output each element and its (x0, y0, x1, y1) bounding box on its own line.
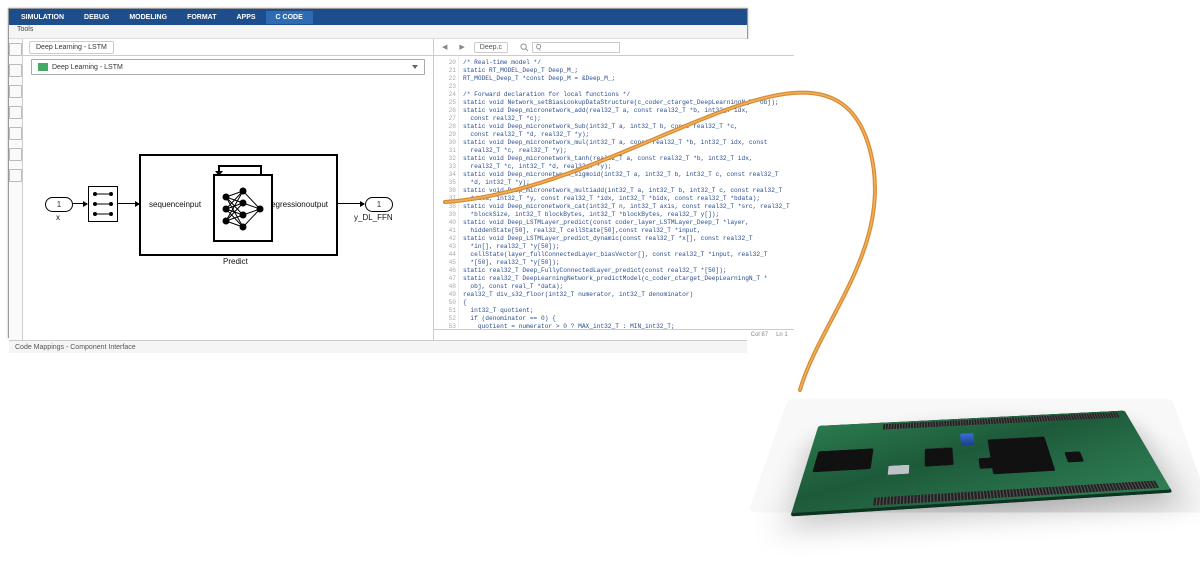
palette-sidebar (9, 39, 23, 340)
code-pane: ◀ ▶ Deep.c 20 21 22 23 24 25 26 27 28 29… (434, 39, 794, 340)
ribbon-tab-debug[interactable]: DEBUG (74, 11, 119, 24)
mcu-small (925, 447, 954, 466)
audio-jack (812, 448, 873, 472)
signal-net-to-outport (336, 203, 364, 204)
dropdown-caret-icon (412, 65, 418, 69)
code-gutter: 20 21 22 23 24 25 26 27 28 29 30 31 32 3… (434, 56, 459, 329)
sidebar-tool-3[interactable] (9, 85, 22, 98)
code-body[interactable]: 20 21 22 23 24 25 26 27 28 29 30 31 32 3… (434, 56, 794, 329)
code-search (520, 42, 620, 53)
push-button-1 (978, 457, 996, 468)
regression-output-label: regressionoutput (268, 200, 328, 209)
ribbon-tab-format[interactable]: FORMAT (177, 11, 226, 24)
hardware-board (770, 290, 1190, 575)
outport-number: 1 (377, 200, 381, 209)
sequence-input-label: sequenceinput (149, 200, 201, 209)
app-body: Deep Learning - LSTM Deep Learning - LST… (9, 39, 747, 340)
model-path-dropdown[interactable]: Deep Learning - LSTM (31, 59, 425, 75)
code-toolbar: ◀ ▶ Deep.c (434, 39, 794, 56)
simulink-window: SIMULATION DEBUG MODELING FORMAT APPS C … (8, 8, 748, 338)
sidebar-tool-1[interactable] (9, 43, 22, 56)
status-bar-text: Code Mappings - Component Interface (15, 344, 136, 351)
neural-net-inner-block (213, 174, 273, 242)
code-lines: /* Real-time model */ static RT_MODEL_De… (459, 56, 794, 329)
status-bar: Code Mappings - Component Interface (9, 340, 747, 353)
model-path-label: Deep Learning - LSTM (52, 64, 123, 71)
sidebar-tool-5[interactable] (9, 127, 22, 140)
model-pane: Deep Learning - LSTM Deep Learning - LST… (23, 39, 434, 340)
ribbon-tab-simulation[interactable]: SIMULATION (11, 11, 74, 24)
inport-name-label: x (56, 213, 60, 222)
code-file-tab[interactable]: Deep.c (474, 42, 508, 53)
switch-block[interactable] (88, 186, 118, 222)
ribbon-tab-modeling[interactable]: MODELING (119, 11, 177, 24)
signal-switch-to-net (117, 203, 139, 204)
outport-name-label: y_DL_FFN (354, 213, 393, 222)
search-icon (520, 43, 529, 52)
toolstrip-row: Tools (9, 25, 747, 39)
ribbon-tabs: SIMULATION DEBUG MODELING FORMAT APPS C … (9, 9, 747, 25)
nav-back-button[interactable]: ◀ (439, 43, 450, 51)
sidebar-tool-7[interactable] (9, 169, 22, 182)
neural-net-icon (218, 179, 268, 237)
push-button-2 (1064, 451, 1084, 462)
sidebar-tool-2[interactable] (9, 64, 22, 77)
predict-block[interactable]: sequenceinput regressionoutput (139, 154, 338, 256)
usb-port (888, 465, 910, 475)
model-tab[interactable]: Deep Learning - LSTM (29, 41, 114, 54)
sidebar-tool-4[interactable] (9, 106, 22, 119)
code-foot-col: Col 87 (751, 332, 768, 338)
capacitor (960, 433, 975, 445)
sidebar-tool-6[interactable] (9, 148, 22, 161)
inport-block[interactable]: 1 (45, 197, 73, 212)
model-tab-strip: Deep Learning - LSTM (23, 39, 433, 56)
code-footer: Col 87 Ln 1 (434, 329, 794, 340)
predict-block-label: Predict (223, 257, 248, 266)
mcu-main (987, 436, 1055, 474)
outport-block[interactable]: 1 (365, 197, 393, 212)
recurrent-arrow-icon (211, 162, 269, 176)
ribbon-tab-apps[interactable]: APPS (226, 11, 265, 24)
signal-x-to-switch (72, 203, 87, 204)
switch-icon (89, 187, 117, 221)
model-icon (38, 63, 48, 71)
model-canvas[interactable]: 1 x sequenceinput regressionoutput (31, 82, 425, 336)
inport-number: 1 (57, 200, 61, 209)
code-search-input[interactable] (532, 42, 620, 53)
nav-forward-button[interactable]: ▶ (456, 43, 467, 51)
ribbon-tab-ccode[interactable]: C CODE (266, 11, 313, 24)
